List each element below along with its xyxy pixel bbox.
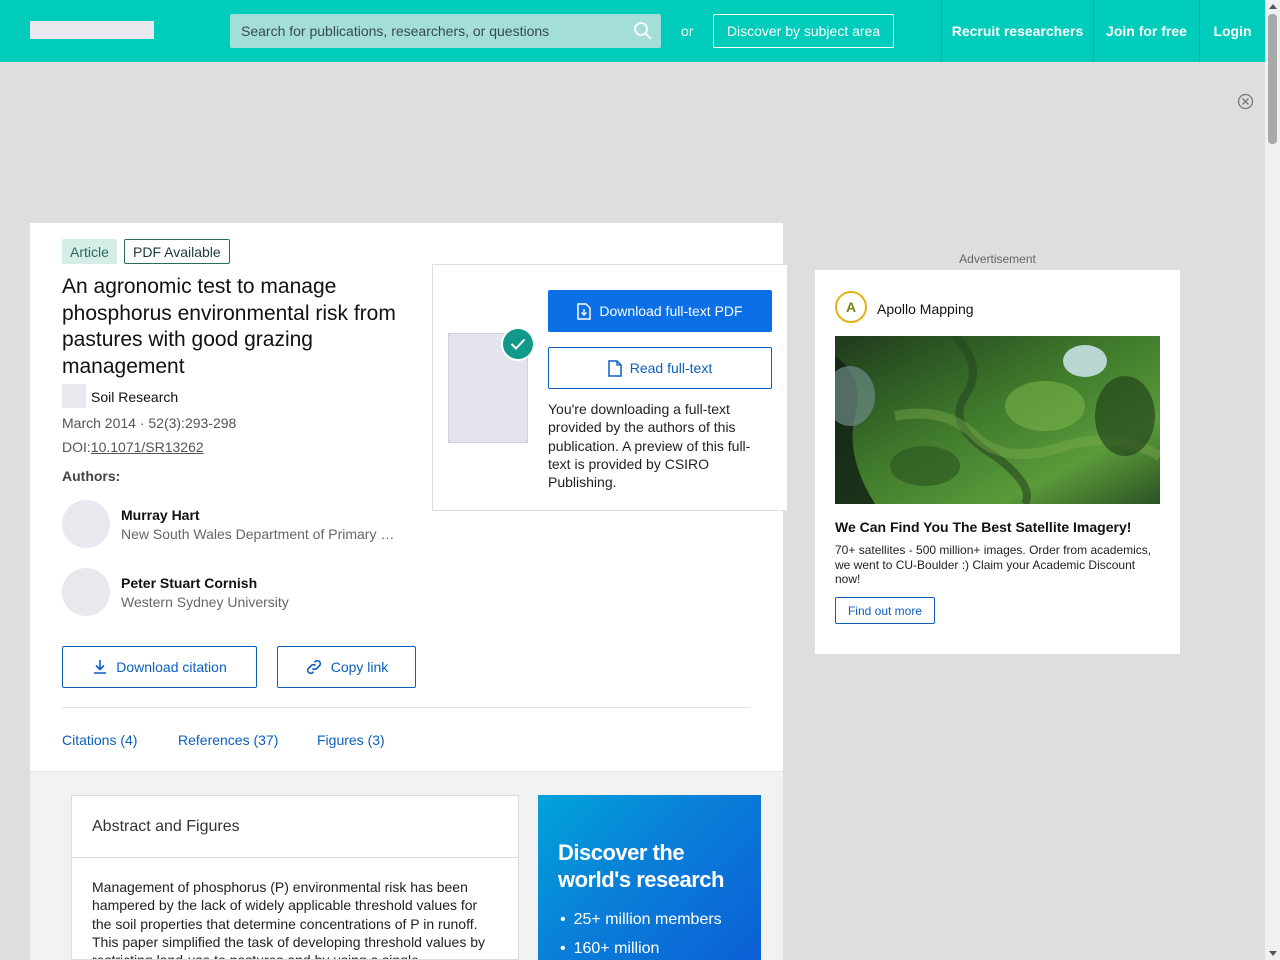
download-citation-button[interactable]: Download citation xyxy=(62,646,257,688)
abstract-text: Management of phosphorus (P) environment… xyxy=(92,879,485,959)
avatar[interactable] xyxy=(62,500,110,548)
or-separator: or xyxy=(681,23,694,39)
journal-name[interactable]: Soil Research xyxy=(91,389,178,405)
ad-body-text: 70+ satellites - 500 million+ images. Or… xyxy=(835,543,1152,586)
vertical-scrollbar[interactable] xyxy=(1265,0,1280,960)
document-icon xyxy=(608,359,622,377)
author-affiliation: New South Wales Department of Primary … xyxy=(121,526,395,542)
ad-container[interactable]: A Apollo Mapping We Can Find You The Bes… xyxy=(815,270,1180,654)
divider xyxy=(72,857,518,858)
read-fulltext-button[interactable]: Read full-text xyxy=(548,347,772,389)
login-link[interactable]: Login xyxy=(1199,0,1265,62)
download-icon xyxy=(94,660,107,674)
download-pdf-button[interactable]: Download full-text PDF xyxy=(548,290,772,332)
checkmark-icon xyxy=(501,327,535,361)
copy-link-button[interactable]: Copy link xyxy=(277,646,416,688)
author-name[interactable]: Peter Stuart Cornish xyxy=(121,575,257,591)
find-out-more-button[interactable]: Find out more xyxy=(835,597,935,624)
journal-logo xyxy=(62,384,86,408)
scroll-thumb[interactable] xyxy=(1268,14,1277,144)
article-type-badge: Article xyxy=(62,239,117,264)
publication-date: March 2014 · 52(3):293-298 xyxy=(62,415,237,431)
pdf-file-icon xyxy=(577,302,592,320)
download-note: You're downloading a full-text provided … xyxy=(548,401,751,491)
promo-item: 160+ million xyxy=(560,934,722,960)
scroll-down-arrow-icon[interactable] xyxy=(1269,951,1277,956)
author-name[interactable]: Murray Hart xyxy=(121,507,200,523)
apollo-logo-icon[interactable]: A xyxy=(835,291,867,323)
search-icon[interactable] xyxy=(633,21,653,41)
copy-link-label: Copy link xyxy=(330,659,389,675)
doi-link[interactable]: 10.1071/SR13262 xyxy=(91,439,204,455)
tab-references[interactable]: References (37) xyxy=(178,732,278,748)
promo-title: Discover the world's research xyxy=(558,840,724,892)
doi-prefix: DOI: xyxy=(62,439,91,455)
promo-banner[interactable]: Discover the world's research 25+ millio… xyxy=(538,795,761,960)
site-logo[interactable] xyxy=(30,21,154,39)
author-affiliation: Western Sydney University xyxy=(121,594,289,610)
satellite-image[interactable] xyxy=(835,336,1160,504)
doi-line: DOI:10.1071/SR13262 xyxy=(62,439,204,455)
recruit-researchers-link[interactable]: Recruit researchers xyxy=(941,0,1093,62)
scroll-up-arrow-icon[interactable] xyxy=(1269,4,1277,9)
abstract-card: Abstract and Figures Management of phosp… xyxy=(71,795,519,960)
discover-subject-button[interactable]: Discover by subject area xyxy=(713,14,894,48)
ad-headline[interactable]: We Can Find You The Best Satellite Image… xyxy=(835,519,1131,535)
close-ad-icon[interactable] xyxy=(1237,93,1254,110)
tab-citations[interactable]: Citations (4) xyxy=(62,732,137,748)
download-pdf-label: Download full-text PDF xyxy=(599,303,743,319)
page-title: An agronomic test to manage phosphorus e… xyxy=(62,275,396,378)
promo-list: 25+ million members 160+ million xyxy=(560,905,722,960)
read-fulltext-label: Read full-text xyxy=(629,360,713,376)
promo-item: 25+ million members xyxy=(560,905,722,934)
advertisement-label: Advertisement xyxy=(959,252,1036,266)
tab-figures[interactable]: Figures (3) xyxy=(317,732,385,748)
search-input[interactable]: Search for publications, researchers, or… xyxy=(230,14,661,48)
ad-brand-name[interactable]: Apollo Mapping xyxy=(877,301,974,317)
avatar[interactable] xyxy=(62,568,110,616)
search-placeholder: Search for publications, researchers, or… xyxy=(241,23,550,39)
pdf-available-badge: PDF Available xyxy=(124,239,230,264)
top-navigation-bar: Search for publications, researchers, or… xyxy=(0,0,1265,62)
download-citation-label: Download citation xyxy=(116,659,227,675)
authors-label: Authors: xyxy=(62,468,121,484)
link-icon xyxy=(306,659,321,675)
abstract-heading: Abstract and Figures xyxy=(92,818,240,835)
download-panel: Download full-text PDF Read full-text Yo… xyxy=(432,264,788,511)
divider xyxy=(62,707,751,708)
join-free-link[interactable]: Join for free xyxy=(1093,0,1199,62)
